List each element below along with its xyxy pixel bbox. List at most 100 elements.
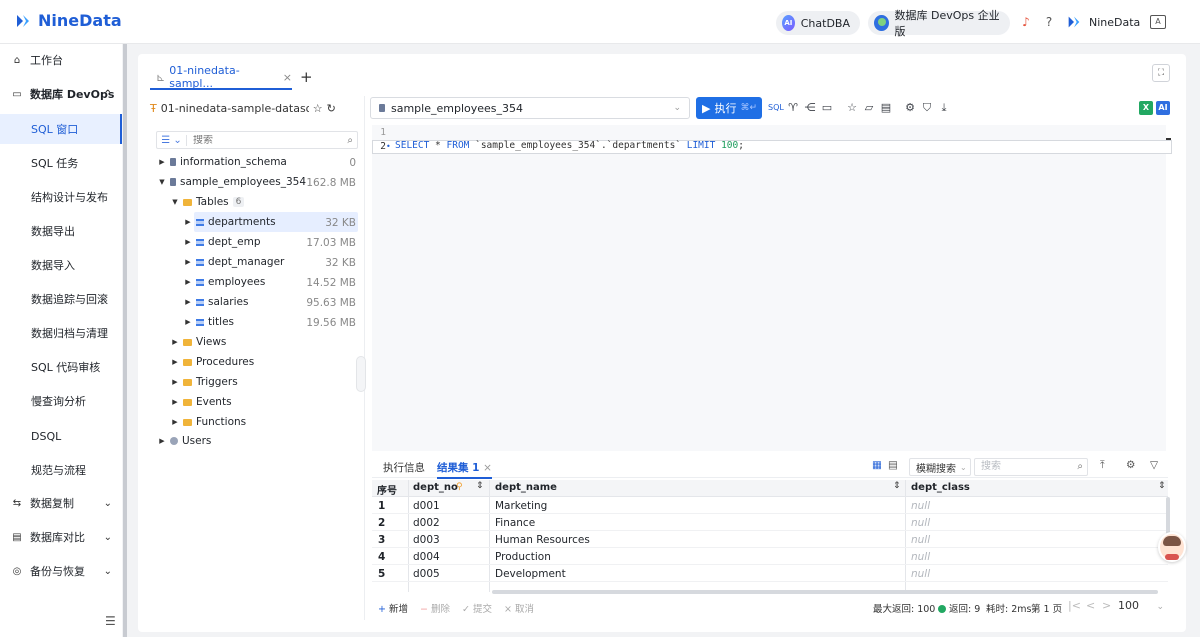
cell-dept-class[interactable]: null xyxy=(911,534,930,546)
star-icon[interactable]: ☆ xyxy=(313,102,323,115)
tab-result-set-1[interactable]: 结果集 1 × xyxy=(437,460,492,479)
form-view-icon[interactable]: ▤ xyxy=(888,459,898,471)
excel-icon[interactable]: X xyxy=(1139,101,1153,115)
editor-tab-active[interactable]: ⊾ 01-ninedata-sampl... × xyxy=(150,64,292,90)
devops-edition-button[interactable]: 数据库 DevOps 企业版 xyxy=(868,9,1010,38)
expand-icon[interactable]: ▶ xyxy=(158,158,166,166)
submit-button[interactable]: ✓ 提交 xyxy=(462,601,492,615)
collapse-icon[interactable]: ▼ xyxy=(171,198,179,206)
nav-item-data-import[interactable]: 数据导入 xyxy=(0,250,122,280)
cell-dept-name[interactable]: Marketing xyxy=(495,500,547,512)
download-icon[interactable]: ⤓ xyxy=(937,101,951,115)
fullscreen-icon[interactable]: ⛶ xyxy=(1152,64,1170,82)
tree-node-triggers[interactable]: ▶ Triggers xyxy=(171,372,237,392)
security-icon[interactable]: ⛉ xyxy=(920,101,934,115)
cell-dept-no[interactable]: d002 xyxy=(413,517,440,529)
sql-format-icon[interactable]: SQL xyxy=(768,101,784,115)
table-row[interactable] xyxy=(372,565,1168,582)
close-tab-icon[interactable]: × xyxy=(283,71,292,84)
filter-dropdown-icon[interactable]: ☰ ⌄ xyxy=(157,134,187,146)
vertical-scrollbar[interactable] xyxy=(1166,497,1170,537)
expand-icon[interactable]: ▶ xyxy=(171,418,179,426)
help-icon[interactable]: ? xyxy=(1042,15,1056,29)
tree-node-users[interactable]: ▶ Users xyxy=(158,431,211,451)
cell-dept-no[interactable]: d005 xyxy=(413,568,440,580)
split-handle[interactable] xyxy=(356,356,366,392)
nav-group-replication[interactable]: ⇆ 数据复制 ⌄ xyxy=(0,488,122,518)
cancel-button[interactable]: × 取消 xyxy=(504,601,534,615)
expand-icon[interactable]: ▶ xyxy=(184,298,192,306)
table-row[interactable] xyxy=(372,531,1168,548)
cell-dept-class[interactable]: null xyxy=(911,500,930,512)
assistant-avatar[interactable] xyxy=(1158,532,1186,562)
settings-icon[interactable]: ⚙ xyxy=(1126,459,1135,471)
nav-group-backup[interactable]: ◎ 备份与恢复 ⌄ xyxy=(0,556,122,586)
expand-icon[interactable]: ▶ xyxy=(184,238,192,246)
tab-execution-info[interactable]: 执行信息 xyxy=(383,460,425,475)
tree-node-tables[interactable]: ▼ Tables 6 xyxy=(171,192,245,212)
fuzzy-search-select[interactable]: 模糊搜索 ⌄ xyxy=(909,458,971,476)
table-row[interactable] xyxy=(372,548,1168,565)
nav-scrollbar[interactable] xyxy=(123,44,127,637)
sql-code-line[interactable]: SELECT * FROM `sample_employees_354`.`de… xyxy=(395,140,744,154)
sql-editor[interactable] xyxy=(372,125,1166,451)
sort-icon[interactable]: ⇕ xyxy=(476,481,484,491)
expand-icon[interactable]: ▶ xyxy=(171,358,179,366)
nav-item-data-tracking[interactable]: 数据追踪与回滚 xyxy=(0,284,122,314)
grid-view-icon[interactable]: ▦ xyxy=(872,459,882,471)
brand-logo[interactable]: NineData xyxy=(14,11,122,30)
tree-search-input[interactable] xyxy=(187,134,327,146)
ai-assist-icon[interactable]: AI xyxy=(1156,101,1170,115)
run-line-marker-icon[interactable]: • xyxy=(386,142,391,151)
nav-item-dsql[interactable]: DSQL xyxy=(0,421,122,451)
nav-group-compare[interactable]: ▤ 数据库对比 ⌄ xyxy=(0,522,122,552)
expand-icon[interactable]: ▶ xyxy=(184,318,192,326)
nav-item-workbench[interactable]: ⌂ 工作台 xyxy=(0,45,122,75)
run-button[interactable]: ▶ 执行 ⌘↵ xyxy=(696,97,762,119)
tree-node-table[interactable]: ▶ dept_manager xyxy=(184,252,284,272)
cell-dept-name[interactable]: Finance xyxy=(495,517,535,529)
expand-icon[interactable]: ▶ xyxy=(171,378,179,386)
database-select[interactable]: sample_employees_354 ⌄ xyxy=(370,97,690,119)
tree-node-db[interactable]: ▶ information_schema xyxy=(158,152,287,172)
cell-dept-name[interactable]: Production xyxy=(495,551,551,563)
nav-item-schema-design[interactable]: 结构设计与发布 xyxy=(0,182,122,212)
add-row-button[interactable]: + 新增 xyxy=(378,601,408,615)
explain-icon[interactable]: ▭ xyxy=(820,101,834,115)
expand-icon[interactable]: ▶ xyxy=(184,218,192,226)
column-header[interactable]: dept_name xyxy=(495,482,557,493)
cell-dept-name[interactable]: Development xyxy=(495,568,566,580)
export-icon[interactable]: ⤒ xyxy=(1100,459,1105,472)
settings-icon[interactable]: ⚙ xyxy=(903,101,917,115)
nav-item-standards[interactable]: 规范与流程 xyxy=(0,455,122,485)
result-search-input[interactable]: 搜索 ⌕ xyxy=(974,458,1088,476)
expand-icon[interactable]: ▶ xyxy=(158,437,166,445)
expand-icon[interactable]: ▶ xyxy=(171,338,179,346)
tree-node-functions[interactable]: ▶ Functions xyxy=(171,412,246,432)
notification-icon[interactable]: ♪ xyxy=(1019,15,1033,29)
chatdba-button[interactable]: AI ChatDBA xyxy=(776,11,860,35)
expand-icon[interactable]: ▶ xyxy=(171,398,179,406)
tree-node-views[interactable]: ▶ Views xyxy=(171,332,226,352)
table-row[interactable] xyxy=(372,497,1168,514)
datasource-name[interactable]: 01-ninedata-sample-datasource xyxy=(161,102,309,115)
expand-icon[interactable]: ▶ xyxy=(184,278,192,286)
table-row[interactable] xyxy=(372,514,1168,531)
open-folder-icon[interactable]: ▱ xyxy=(862,101,876,115)
next-page-icon[interactable]: > xyxy=(1102,599,1111,612)
nav-group-devops[interactable]: ▭ 数据库 DevOps ⌃ xyxy=(0,79,122,109)
column-header[interactable]: dept_no xyxy=(413,482,458,493)
nav-item-sql-task[interactable]: SQL 任务 xyxy=(0,148,122,178)
cell-dept-no[interactable]: d001 xyxy=(413,500,440,512)
cell-dept-no[interactable]: d003 xyxy=(413,534,440,546)
refresh-icon[interactable]: ↻ xyxy=(327,102,336,115)
nav-item-slow-query[interactable]: 慢查询分析 xyxy=(0,386,122,416)
prev-page-icon[interactable]: < xyxy=(1086,599,1095,612)
nav-item-data-archive[interactable]: 数据归档与清理 xyxy=(0,318,122,348)
close-result-icon[interactable]: × xyxy=(483,462,492,474)
history-icon[interactable]: ▤ xyxy=(879,101,893,115)
tree-node-table[interactable]: ▶ salaries xyxy=(184,292,248,312)
tree-node-table[interactable]: ▶ departments xyxy=(184,212,275,232)
search-icon[interactable]: ⌕ xyxy=(347,135,353,146)
cell-dept-name[interactable]: Human Resources xyxy=(495,534,590,546)
